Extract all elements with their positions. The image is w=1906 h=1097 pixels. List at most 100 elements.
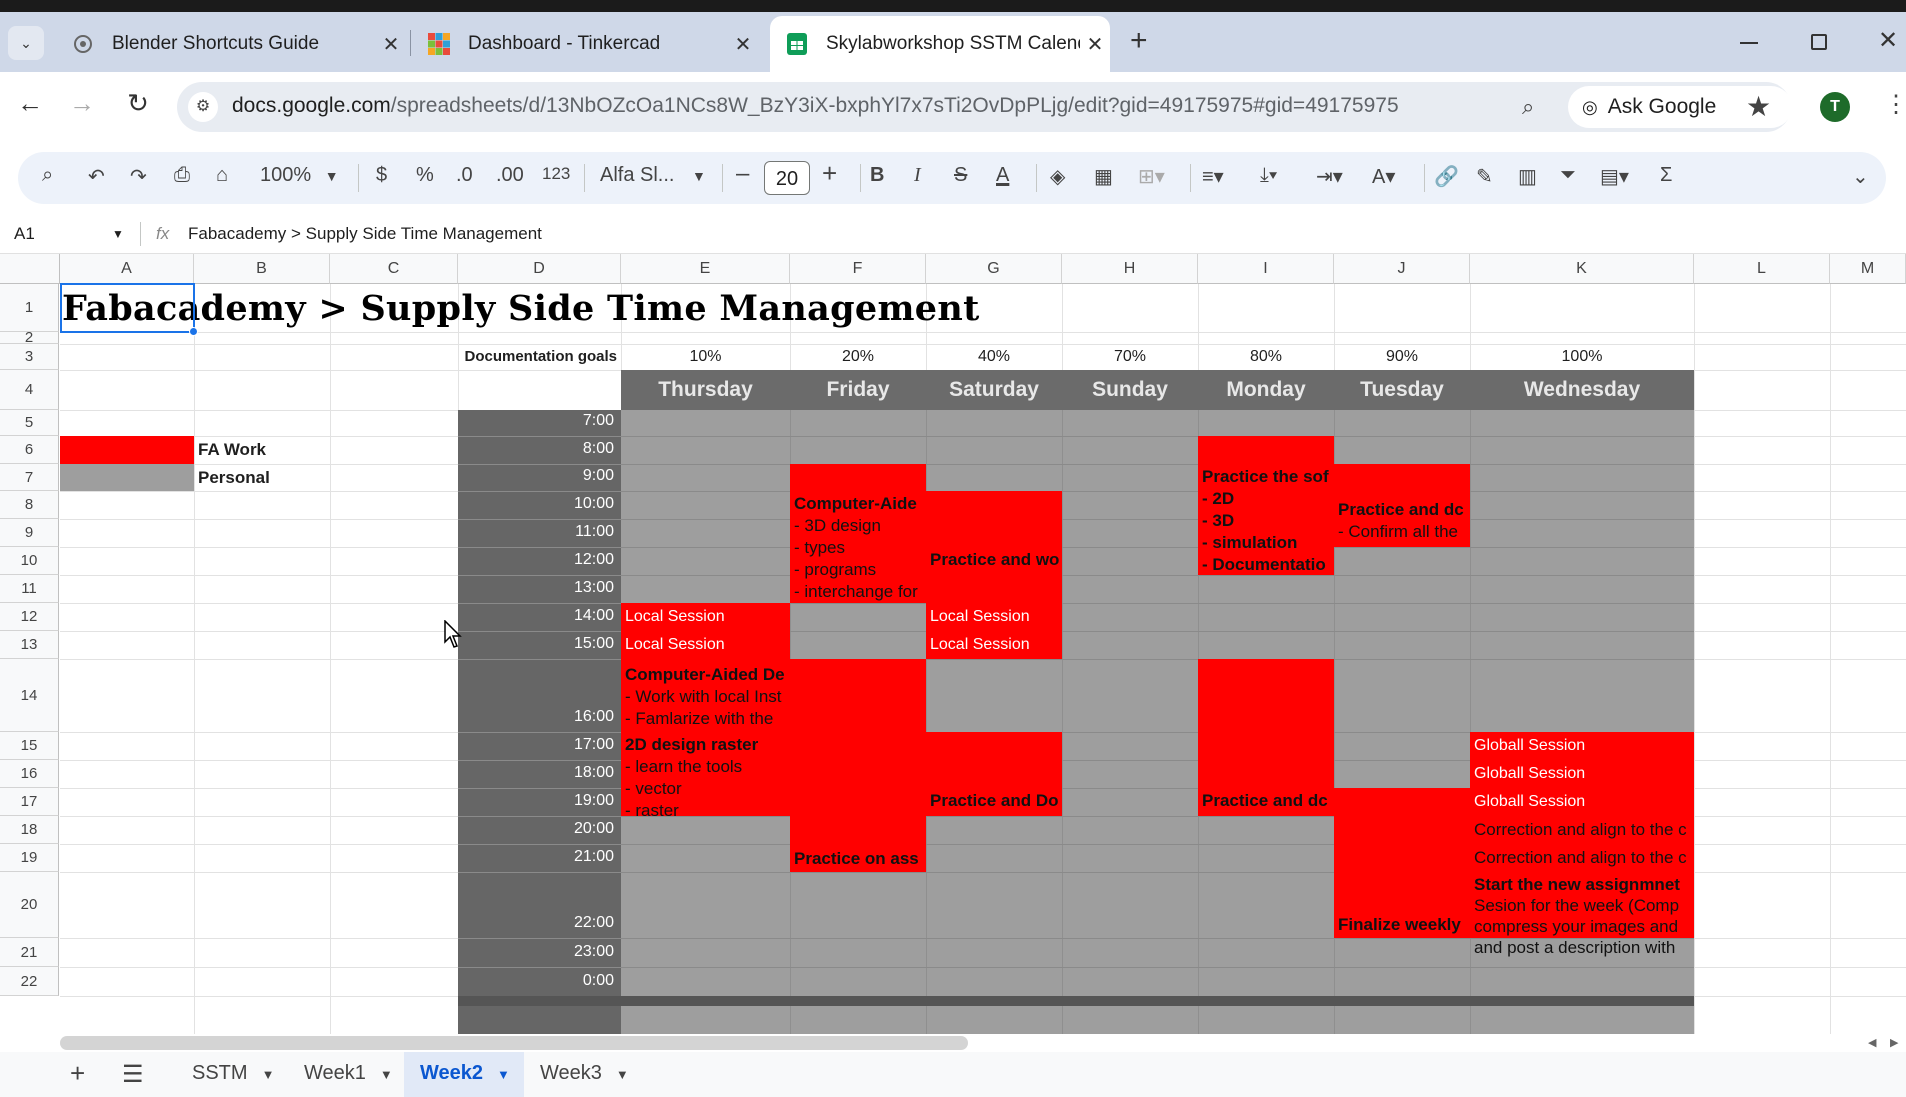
filter-views-icon[interactable]: ▤▾ (1600, 164, 1629, 189)
row-header-11[interactable]: 11 (0, 575, 59, 603)
vertical-align-icon[interactable]: ⤓▾ (1260, 164, 1277, 187)
new-tab-button[interactable]: + (1130, 24, 1148, 58)
print-icon[interactable]: ⎙ (174, 164, 190, 187)
filter-icon[interactable]: ⏷ (1560, 164, 1576, 187)
decrease-decimal-button[interactable]: .0 (456, 164, 473, 187)
font-select[interactable]: Alfa Sl... ▼ (600, 164, 706, 187)
row-header-18[interactable]: 18 (0, 816, 59, 844)
close-tab-icon[interactable]: ✕ (728, 32, 758, 57)
currency-format-button[interactable]: $ (376, 164, 387, 187)
row-header-10[interactable]: 10 (0, 547, 59, 575)
column-header-h[interactable]: H (1062, 254, 1198, 284)
column-header-c[interactable]: C (330, 254, 458, 284)
italic-button[interactable]: I (914, 164, 921, 187)
column-header-m[interactable]: M (1830, 254, 1906, 284)
row-header-15[interactable]: 15 (0, 732, 59, 760)
percent-format-button[interactable]: % (416, 164, 434, 187)
collapse-toolbar-icon[interactable]: ⌄ (1852, 164, 1869, 189)
row-header-3[interactable]: 3 (0, 344, 59, 370)
row-header-6[interactable]: 6 (0, 436, 59, 464)
profile-avatar[interactable]: T (1820, 92, 1850, 122)
column-header-e[interactable]: E (621, 254, 790, 284)
column-header-g[interactable]: G (926, 254, 1062, 284)
text-rotation-icon[interactable]: A▾ (1372, 164, 1395, 189)
reload-icon[interactable]: ↻ (118, 88, 158, 119)
forward-icon[interactable]: → (62, 88, 102, 119)
row-header-19[interactable]: 19 (0, 844, 59, 872)
row-header-20[interactable]: 20 (0, 872, 59, 938)
name-box[interactable]: A1 ▼ (14, 224, 124, 246)
url-text[interactable]: docs.google.com/spreadsheets/d/13NbOZcOa… (232, 94, 1399, 118)
number-format-button[interactable]: 123 (542, 164, 570, 184)
bookmark-star-icon[interactable]: ★ (1746, 90, 1771, 123)
tab-blender[interactable]: Blender Shortcuts Guide ✕ (56, 16, 406, 72)
row-header-12[interactable]: 12 (0, 603, 59, 631)
sheet-tab-week3[interactable]: Week3 ▼ (540, 1062, 629, 1085)
insert-comment-icon[interactable]: ✎ (1476, 164, 1493, 189)
decrease-font-size-button[interactable]: – (736, 160, 749, 188)
redo-icon[interactable]: ↷ (130, 164, 147, 189)
scroll-left-icon[interactable]: ◀ (1868, 1036, 1876, 1049)
sheet-tab-week2[interactable]: Week2 ▼ (420, 1062, 510, 1085)
tab-list-button[interactable]: ⌄ (8, 26, 44, 60)
horizontal-scrollbar[interactable] (60, 1036, 968, 1050)
selection-handle[interactable] (189, 327, 198, 336)
increase-decimal-button[interactable]: .00 (496, 164, 524, 187)
search-menus-icon[interactable]: ⌕ (42, 164, 53, 187)
functions-icon[interactable]: Σ (1660, 164, 1672, 187)
column-header-b[interactable]: B (194, 254, 330, 284)
select-all-corner[interactable] (0, 254, 60, 284)
increase-font-size-button[interactable]: + (822, 158, 837, 189)
row-header-4[interactable]: 4 (0, 370, 59, 410)
horizontal-align-icon[interactable]: ≡▾ (1202, 164, 1224, 189)
paint-format-icon[interactable]: ⌂ (216, 164, 228, 187)
tab-tinkercad[interactable]: Dashboard - Tinkercad ✕ (412, 16, 758, 72)
close-window-icon[interactable]: ✕ (1878, 26, 1898, 55)
spreadsheet-grid[interactable]: A B C D E F G H I J K L M 1 2 3 4 5 6 7 8 9 10 11 12 13 14 15 16 17 18… (0, 254, 1906, 1034)
minimize-icon[interactable] (1740, 42, 1758, 44)
column-header-a[interactable]: A (60, 254, 194, 284)
back-icon[interactable]: ← (10, 88, 50, 119)
row-header-2[interactable]: 2 (0, 329, 59, 346)
column-header-k[interactable]: K (1470, 254, 1694, 284)
tab-skylab-calendar[interactable]: Skylabworkshop SSTM Calenda ✕ (770, 16, 1110, 72)
add-sheet-button[interactable]: + (70, 1058, 85, 1089)
sheet-tab-sstm[interactable]: SSTM ▼ (192, 1062, 274, 1085)
maximize-icon[interactable] (1811, 34, 1827, 50)
row-header-14[interactable]: 14 (0, 659, 59, 732)
browser-menu-icon[interactable]: ⋮ (1884, 90, 1906, 119)
zoom-select[interactable]: 100% ▼ (260, 164, 339, 187)
all-sheets-icon[interactable]: ☰ (122, 1060, 144, 1089)
close-tab-icon[interactable]: ✕ (376, 32, 406, 57)
row-header-1[interactable]: 1 (0, 284, 59, 332)
row-header-5[interactable]: 5 (0, 410, 59, 436)
zoom-icon[interactable]: ⌕ (1522, 94, 1534, 120)
row-header-13[interactable]: 13 (0, 631, 59, 659)
row-header-17[interactable]: 17 (0, 788, 59, 816)
fill-color-icon[interactable]: ◈ (1050, 164, 1065, 189)
close-tab-icon[interactable]: ✕ (1080, 32, 1110, 57)
column-header-d[interactable]: D (458, 254, 621, 284)
row-header-9[interactable]: 9 (0, 519, 59, 547)
undo-icon[interactable]: ↶ (88, 164, 105, 189)
formula-input[interactable]: Fabacademy > Supply Side Time Management (188, 224, 542, 244)
merge-cells-icon[interactable]: ⊞▾ (1138, 164, 1165, 189)
text-color-button[interactable]: A (996, 164, 1009, 187)
row-header-22[interactable]: 22 (0, 967, 59, 996)
sheet-tab-week1[interactable]: Week1 ▼ (304, 1062, 393, 1085)
row-header-16[interactable]: 16 (0, 760, 59, 788)
row-header-7[interactable]: 7 (0, 464, 59, 491)
font-size-input[interactable]: 20 (764, 161, 810, 195)
row-header-21[interactable]: 21 (0, 938, 59, 967)
insert-link-icon[interactable]: 🔗 (1434, 164, 1459, 189)
column-header-j[interactable]: J (1334, 254, 1470, 284)
insert-chart-icon[interactable]: ▥ (1518, 164, 1537, 189)
bold-button[interactable]: B (870, 164, 884, 187)
row-header-8[interactable]: 8 (0, 491, 59, 519)
column-header-f[interactable]: F (790, 254, 926, 284)
column-header-l[interactable]: L (1694, 254, 1830, 284)
site-info-icon[interactable]: ⚙ (188, 92, 218, 122)
sheet-title[interactable]: Fabacademy > Supply Side Time Management (62, 284, 1062, 332)
strikethrough-button[interactable]: S (954, 164, 967, 187)
column-header-i[interactable]: I (1198, 254, 1334, 284)
